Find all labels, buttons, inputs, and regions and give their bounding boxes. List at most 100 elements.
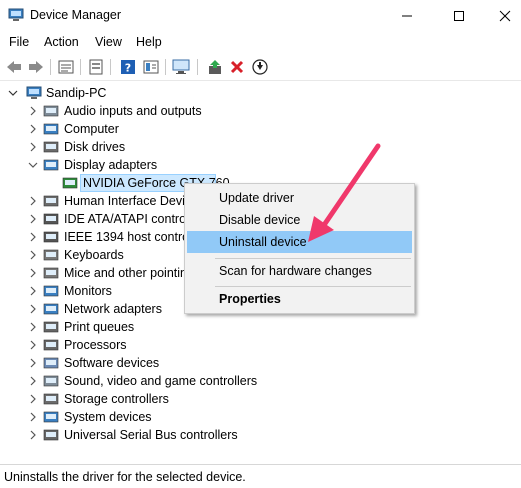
close-button[interactable] (482, 0, 521, 31)
status-text: Uninstalls the driver for the selected d… (4, 470, 246, 484)
computer-root-icon (26, 86, 42, 99)
menu-bar: File Action View Help (0, 31, 521, 53)
tree-category-item[interactable]: Audio inputs and outputs (0, 102, 521, 120)
uninstall-icon (230, 60, 244, 74)
ctx-disable-device[interactable]: Disable device (187, 209, 412, 231)
ctx-uninstall-device[interactable]: Uninstall device (187, 231, 412, 253)
menu-view[interactable]: View (95, 35, 122, 49)
chevron-right-icon[interactable] (28, 412, 38, 422)
forward-icon (29, 61, 43, 73)
update-driver-button[interactable] (206, 58, 224, 76)
minimize-icon (402, 15, 412, 16)
network-icon (43, 303, 59, 315)
properties-icon (58, 60, 74, 74)
chevron-down-icon[interactable] (28, 160, 38, 170)
view-button[interactable] (142, 58, 160, 76)
minimize-button[interactable] (384, 0, 430, 31)
computer-icon (43, 123, 59, 135)
chevron-right-icon[interactable] (28, 322, 38, 332)
tree-root[interactable]: Sandip-PC (0, 84, 200, 102)
chevron-right-icon[interactable] (28, 106, 38, 116)
chevron-right-icon[interactable] (28, 340, 38, 350)
chevron-down-icon[interactable] (8, 88, 18, 98)
tree-item-label: Audio inputs and outputs (64, 104, 202, 118)
software-icon (43, 357, 59, 369)
tree-category-item[interactable]: Storage controllers (0, 390, 521, 408)
tree-category-item[interactable]: Processors (0, 336, 521, 354)
uninstall-button[interactable] (228, 58, 246, 76)
chevron-right-icon[interactable] (28, 232, 38, 242)
tree-item-label: Network adapters (64, 302, 162, 316)
chevron-right-icon[interactable] (28, 250, 38, 260)
toolbar-separator (110, 59, 111, 75)
mouse-icon (43, 267, 59, 279)
ctx-separator (215, 258, 411, 259)
scan-hardware-button[interactable] (172, 58, 190, 76)
maximize-icon (454, 10, 464, 21)
ctx-properties[interactable]: Properties (187, 288, 412, 310)
ctx-scan-hardware[interactable]: Scan for hardware changes (187, 260, 412, 282)
maximize-button[interactable] (436, 0, 482, 31)
system-icon (43, 411, 59, 423)
status-bar: Uninstalls the driver for the selected d… (0, 464, 521, 488)
chevron-right-icon[interactable] (28, 376, 38, 386)
usb-icon (43, 429, 59, 441)
tree-category-item[interactable]: Software devices (0, 354, 521, 372)
audio-icon (43, 105, 59, 117)
show-hidden-icon (89, 59, 103, 75)
tree-item-label: Display adapters (64, 158, 158, 172)
toolbar-separator (50, 59, 51, 75)
tree-category-item[interactable]: Computer (0, 120, 521, 138)
tree-category-item[interactable]: Display adapters (0, 156, 521, 174)
monitor-scan-icon (172, 59, 190, 74)
menu-help[interactable]: Help (136, 35, 162, 49)
tree-item-label: Monitors (64, 284, 112, 298)
properties-button[interactable] (57, 58, 75, 76)
disable-button[interactable] (251, 58, 269, 76)
chevron-right-icon[interactable] (28, 358, 38, 368)
toolbar: ? (0, 53, 521, 81)
help-button[interactable]: ? (119, 58, 137, 76)
sound-icon (43, 375, 59, 387)
chevron-right-icon[interactable] (28, 394, 38, 404)
chevron-right-icon[interactable] (28, 142, 38, 152)
menu-action[interactable]: Action (44, 35, 79, 49)
ide-icon (43, 213, 59, 225)
tree-item-label: Print queues (64, 320, 135, 334)
device-manager-icon (8, 8, 24, 21)
tree-category-item[interactable]: Sound, video and game controllers (0, 372, 521, 390)
tree-category-item[interactable]: Disk drives (0, 138, 521, 156)
gpu-icon (62, 177, 78, 189)
ctx-update-driver[interactable]: Update driver (187, 187, 412, 209)
chevron-right-icon[interactable] (28, 196, 38, 206)
svg-text:?: ? (125, 62, 131, 75)
close-icon (499, 10, 511, 21)
chevron-right-icon[interactable] (28, 214, 38, 224)
chevron-right-icon[interactable] (28, 304, 38, 314)
chevron-right-icon[interactable] (28, 430, 38, 440)
show-hidden-button[interactable] (87, 58, 105, 76)
display-icon (43, 159, 59, 171)
tree-category-item[interactable]: System devices (0, 408, 521, 426)
tree-item-label: Software devices (64, 356, 160, 370)
tree-item-label: Processors (64, 338, 127, 352)
keyboard-icon (43, 249, 59, 261)
tree-category-item[interactable]: Universal Serial Bus controllers (0, 426, 521, 444)
storage-icon (43, 393, 59, 405)
ctx-uninstall-device-label: Uninstall device (219, 235, 307, 249)
tree-item-label: Keyboards (64, 248, 124, 262)
disable-icon (252, 59, 268, 75)
forward-button[interactable] (27, 58, 45, 76)
back-button[interactable] (5, 58, 23, 76)
menu-file[interactable]: File (9, 35, 29, 49)
chevron-right-icon[interactable] (28, 286, 38, 296)
tree-item-label: Storage controllers (64, 392, 169, 406)
help-icon: ? (121, 60, 135, 75)
window-title: Device Manager (30, 8, 122, 22)
tree-item-label: Universal Serial Bus controllers (64, 428, 238, 442)
tree-category-item[interactable]: Print queues (0, 318, 521, 336)
chevron-right-icon[interactable] (28, 124, 38, 134)
firewire-icon (43, 231, 59, 243)
back-icon (7, 61, 21, 73)
chevron-right-icon[interactable] (28, 268, 38, 278)
